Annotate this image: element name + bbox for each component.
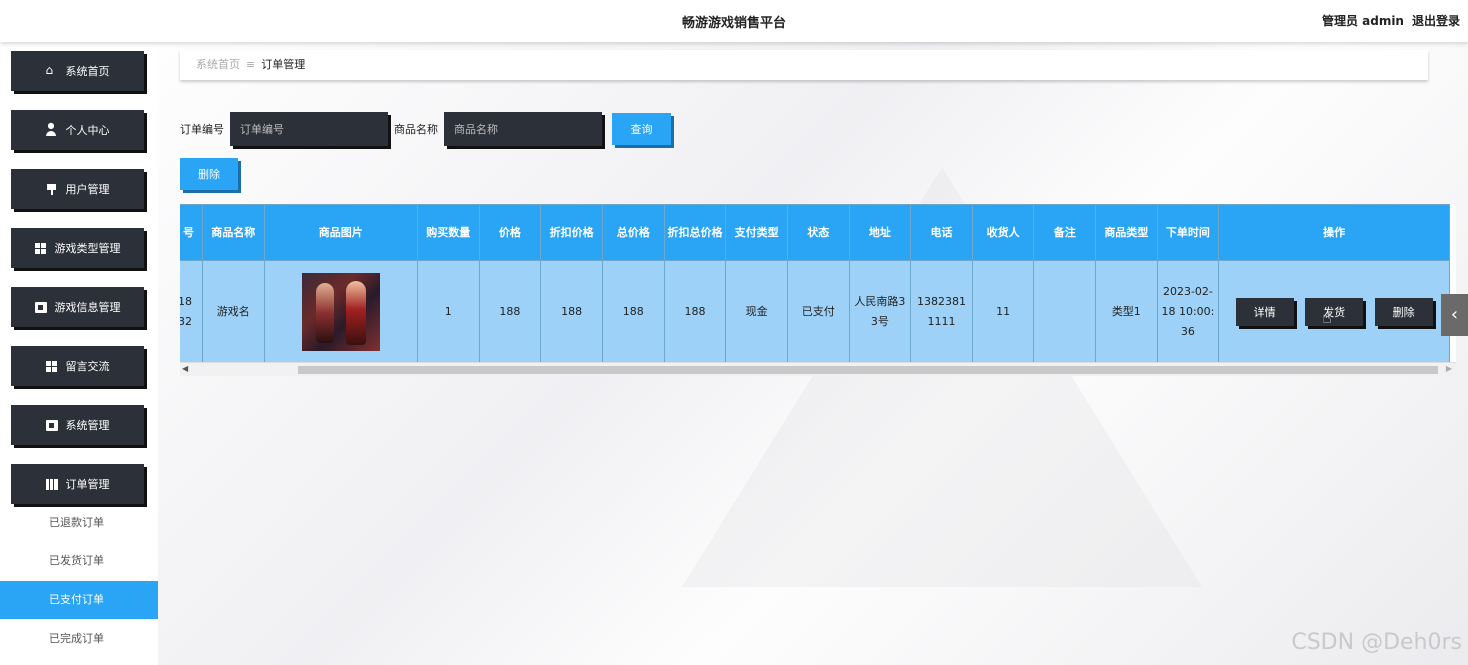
table-header-row: 号 商品名称 商品图片 购买数量 价格 折扣价格 总价格 折扣总价格 支付类型 … [180, 204, 1450, 261]
scroll-left-icon[interactable]: ◀ [182, 364, 188, 373]
col-discount-total: 折扣总价格 [663, 204, 727, 261]
col-address: 地址 [848, 204, 912, 261]
col-remark: 备注 [1033, 204, 1097, 261]
horizontal-scrollbar[interactable]: ◀ ▶ [180, 362, 1456, 376]
cell-price: 188 [478, 260, 542, 363]
col-actions: 操作 [1218, 204, 1450, 261]
grid-icon [34, 242, 47, 254]
breadcrumb: 系统首页 ≡ 订单管理 [180, 50, 1428, 80]
cell-phone: 13823811111 [910, 260, 973, 363]
order-no-input[interactable] [230, 112, 388, 146]
sidebar-item-label: 游戏信息管理 [54, 301, 121, 314]
table-row: 18 32 游戏名 1 188 188 188 188 现金 已支付 人民南路3… [180, 260, 1450, 363]
col-phone: 电话 [910, 204, 973, 261]
chevron-left-icon[interactable]: ‹ [1441, 294, 1468, 336]
cell-payment-type: 现金 [725, 260, 788, 363]
submenu-shipped-orders[interactable]: 已发货订单 [0, 542, 158, 580]
col-order-time: 下单时间 [1156, 204, 1220, 261]
pointer-cursor-icon: ☝ [1322, 308, 1332, 327]
sidebar-item-home[interactable]: 系统首页 [11, 51, 144, 91]
watermark: CSDN @Deh0rs [1291, 630, 1462, 655]
col-status: 状态 [786, 204, 850, 261]
sidebar-item-game-types[interactable]: 游戏类型管理 [11, 228, 144, 268]
cell-address: 人民南路33号 [848, 260, 912, 363]
col-category: 商品类型 [1095, 204, 1158, 261]
breadcrumb-home[interactable]: 系统首页 [196, 58, 240, 71]
cell-order-no: 18 32 [180, 260, 203, 363]
app-title: 畅游游戏销售平台 [681, 16, 786, 31]
sidebar-item-label: 订单管理 [65, 478, 110, 491]
cell-quantity: 1 [416, 260, 480, 363]
clipboard-icon [34, 301, 47, 313]
sidebar-item-label: 个人中心 [65, 124, 110, 137]
logout-link[interactable]: 退出登录 [1412, 14, 1460, 28]
col-receiver: 收货人 [971, 204, 1035, 261]
book-icon [45, 478, 58, 490]
breadcrumb-separator: ≡ [246, 58, 256, 71]
cell-discount-price: 188 [540, 260, 603, 363]
sidebar-item-label: 留言交流 [65, 360, 110, 373]
admin-label: 管理员 admin [1321, 14, 1404, 28]
col-quantity: 购买数量 [416, 204, 480, 261]
submenu-paid-orders[interactable]: 已支付订单 [0, 581, 158, 619]
cell-receiver: 11 [971, 260, 1035, 363]
user-area: 管理员 admin 退出登录 [1314, 12, 1460, 29]
submenu-refunded-orders[interactable]: 已退款订单 [0, 504, 158, 542]
sidebar-item-label: 系统管理 [65, 419, 110, 432]
delete-row-button[interactable]: 删除 [1374, 297, 1433, 326]
flag-icon [46, 183, 58, 195]
sidebar-item-system[interactable]: 系统管理 [11, 405, 144, 445]
sidebar: 系统首页 个人中心 用户管理 游戏类型管理 游戏信息管理 留言交流 系统管理 订… [0, 42, 158, 665]
cell-discount-total: 188 [663, 260, 727, 363]
breadcrumb-current: 订单管理 [261, 58, 306, 71]
cell-product-name: 游戏名 [201, 260, 265, 363]
orders-table: 号 商品名称 商品图片 购买数量 价格 折扣价格 总价格 折扣总价格 支付类型 … [180, 204, 1456, 376]
game-thumbnail-image [301, 272, 380, 351]
sidebar-item-label: 用户管理 [65, 183, 110, 196]
cell-actions: 详情 发货 删除 [1218, 260, 1450, 363]
sidebar-item-users[interactable]: 用户管理 [11, 169, 144, 209]
product-name-label: 商品名称 [394, 123, 438, 136]
cell-product-image [263, 260, 418, 363]
col-order-no: 号 [180, 204, 203, 261]
col-discount-price: 折扣价格 [540, 204, 603, 261]
batch-delete-button[interactable]: 删除 [180, 158, 238, 190]
sidebar-item-label: 系统首页 [65, 65, 110, 78]
submenu-completed-orders[interactable]: 已完成订单 [0, 620, 158, 658]
scrollbar-thumb[interactable] [298, 366, 1438, 374]
sidebar-item-game-info[interactable]: 游戏信息管理 [11, 287, 144, 327]
cell-status: 已支付 [786, 260, 850, 363]
detail-button[interactable]: 详情 [1235, 297, 1294, 326]
sidebar-item-label: 游戏类型管理 [54, 242, 121, 255]
sidebar-item-profile[interactable]: 个人中心 [11, 110, 144, 150]
clipboard-icon [45, 419, 58, 431]
sidebar-item-orders[interactable]: 订单管理 [11, 464, 144, 504]
cell-category: 类型1 [1095, 260, 1158, 363]
cell-total-price: 188 [601, 260, 665, 363]
col-product-image: 商品图片 [263, 204, 418, 261]
cell-remark [1033, 260, 1097, 363]
top-bar: 畅游游戏销售平台 管理员 admin 退出登录 [0, 0, 1468, 42]
query-button[interactable]: 查询 [612, 113, 671, 145]
product-name-input[interactable] [444, 112, 602, 146]
grid-icon [45, 360, 58, 372]
sidebar-item-messages[interactable]: 留言交流 [11, 346, 144, 386]
scroll-right-icon[interactable]: ▶ [1446, 364, 1452, 373]
col-total-price: 总价格 [601, 204, 665, 261]
col-product-name: 商品名称 [201, 204, 265, 261]
cell-order-time: 2023-02-18 10:00:36 [1156, 260, 1220, 363]
search-form: 订单编号 商品名称 查询 [180, 112, 671, 146]
ship-button[interactable]: 发货 [1305, 297, 1364, 326]
order-no-label: 订单编号 [180, 123, 224, 136]
main-content: 系统首页 ≡ 订单管理 订单编号 商品名称 查询 删除 号 商品名称 商品图片 购买… [158, 42, 1468, 665]
col-payment-type: 支付类型 [725, 204, 788, 261]
home-icon [46, 63, 58, 77]
user-icon [45, 121, 58, 136]
col-price: 价格 [478, 204, 542, 261]
